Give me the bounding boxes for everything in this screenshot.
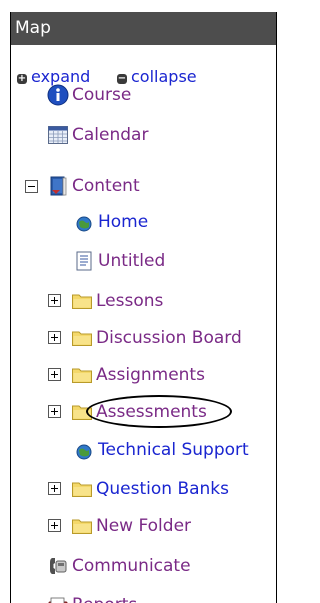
- tree-item-assignments[interactable]: Assignments: [71, 362, 205, 388]
- tree-item-label: Technical Support: [98, 440, 249, 460]
- tree-item-label: Lessons: [96, 291, 164, 311]
- expand-assessments-toggle[interactable]: [48, 405, 61, 418]
- tree-item-label: New Folder: [96, 516, 192, 536]
- book-icon: [47, 175, 69, 197]
- folder-icon: [71, 478, 93, 500]
- tree-item-new-folder[interactable]: New Folder: [71, 513, 191, 539]
- tree-item-label: Communicate: [72, 556, 191, 576]
- expand-icon: +: [17, 73, 27, 84]
- globe-page-icon: [73, 439, 95, 461]
- tree-item-discussion-board[interactable]: Discussion Board: [71, 325, 242, 351]
- folder-icon: [71, 290, 93, 312]
- tree-item-label: Reports: [72, 595, 137, 603]
- tree-item-label: Untitled: [98, 251, 166, 271]
- tree-item-course[interactable]: Course: [47, 82, 131, 108]
- tree-item-label: Assignments: [96, 365, 205, 385]
- expand-new-folder-toggle[interactable]: [48, 519, 61, 532]
- tree-item-content[interactable]: Content: [47, 173, 140, 199]
- expand-assignments-toggle[interactable]: [48, 368, 61, 381]
- tree-item-label: Content: [72, 176, 140, 196]
- tree-item-question-banks[interactable]: Question Banks: [71, 476, 229, 502]
- tree-item-lessons[interactable]: Lessons: [71, 288, 163, 314]
- tree-item-label: Home: [98, 212, 149, 232]
- tree-item-label: Course: [72, 85, 132, 105]
- tree-item-home[interactable]: Home: [73, 209, 148, 235]
- tree-item-untitled[interactable]: Untitled: [73, 248, 165, 274]
- tree-item-label: Calendar: [72, 125, 149, 145]
- folder-icon: [71, 327, 93, 349]
- globe-page-icon: [73, 211, 95, 233]
- expand-question-banks-toggle[interactable]: [48, 482, 61, 495]
- map-panel: Map + expand − collapse Course Calendar …: [10, 12, 277, 603]
- document-icon: [73, 250, 95, 272]
- tree-item-label: Discussion Board: [96, 328, 242, 348]
- tree-item-calendar[interactable]: Calendar: [47, 122, 148, 148]
- folder-icon: [71, 401, 93, 423]
- panel-header: Map: [11, 12, 276, 45]
- collapse-label: collapse: [131, 67, 197, 86]
- collapse-content-toggle[interactable]: [25, 180, 38, 193]
- folder-icon: [71, 364, 93, 386]
- tree-item-label: Assessments: [96, 402, 207, 422]
- tree-item-communicate[interactable]: Communicate: [47, 553, 191, 579]
- info-icon: [47, 84, 69, 106]
- calendar-icon: [47, 124, 69, 146]
- folder-icon: [71, 515, 93, 537]
- tree-item-reports[interactable]: Reports: [47, 592, 137, 603]
- page: Map + expand − collapse Course Calendar …: [0, 0, 277, 603]
- expand-lessons-toggle[interactable]: [48, 294, 61, 307]
- reports-icon: [47, 594, 69, 603]
- telephone-icon: [47, 555, 69, 577]
- tree-item-label: Question Banks: [96, 479, 229, 499]
- tree-item-assessments[interactable]: Assessments: [71, 399, 207, 425]
- panel-title: Map: [15, 18, 51, 38]
- expand-discussion-board-toggle[interactable]: [48, 331, 61, 344]
- tree-item-technical-support[interactable]: Technical Support: [73, 437, 249, 463]
